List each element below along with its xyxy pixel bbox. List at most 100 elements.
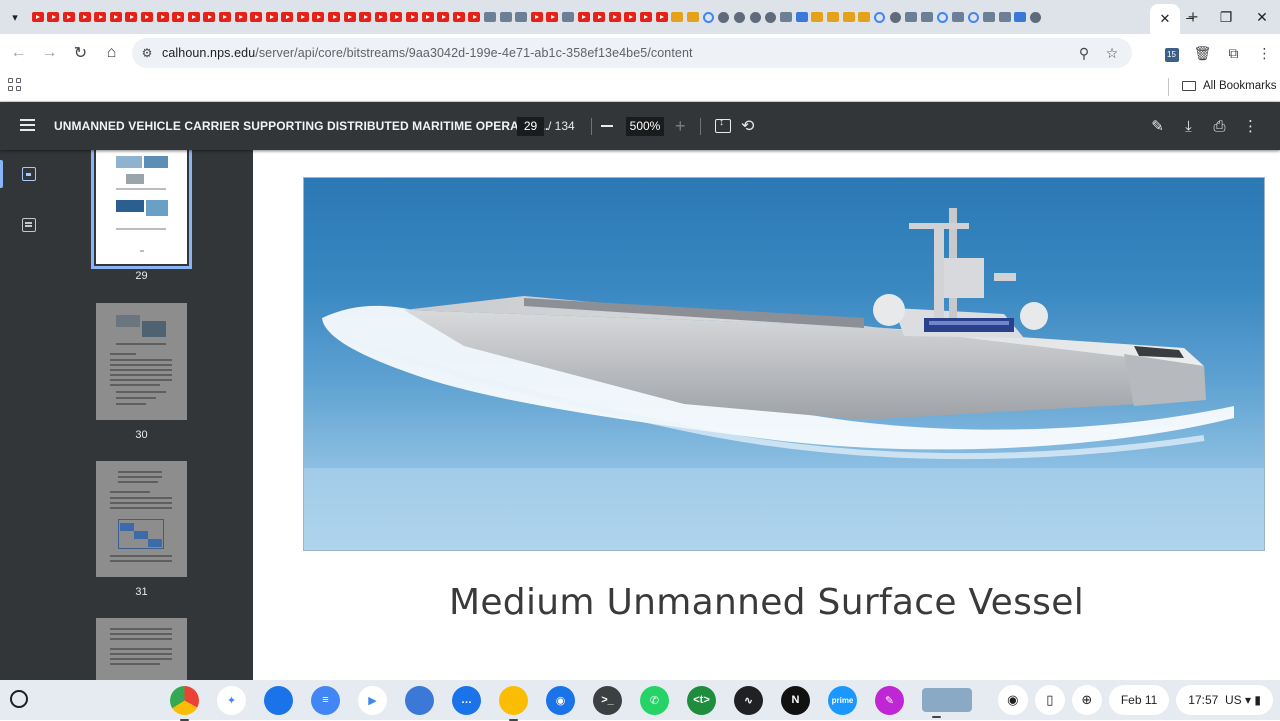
tab[interactable] <box>280 0 296 34</box>
shelf-app-stocks-icon[interactable]: ∿ <box>734 685 763 715</box>
tab[interactable] <box>966 0 982 34</box>
tab[interactable] <box>357 0 373 34</box>
menu-hamburger-icon[interactable] <box>20 119 35 131</box>
more-options-icon[interactable]: ⋮ <box>1235 117 1266 135</box>
tab[interactable] <box>46 0 62 34</box>
tab[interactable] <box>872 0 888 34</box>
shelf-app-gemini-icon[interactable]: ✦ <box>217 685 246 715</box>
puzzle-extensions-icon[interactable]: ⧉ <box>1218 45 1249 62</box>
shelf-app-prime-video-icon[interactable]: prime <box>828 685 857 715</box>
url-text[interactable]: calhoun.nps.edu/server/api/core/bitstrea… <box>162 46 693 60</box>
pdf-document-view[interactable]: Medium Unmanned Surface Vessel <box>253 150 1280 680</box>
zoom-in-icon[interactable]: + <box>675 116 686 136</box>
tab-search-chevron-icon[interactable]: ▾ <box>0 0 30 34</box>
tab[interactable] <box>623 0 639 34</box>
shelf-app-netflix-icon[interactable]: N <box>781 685 810 715</box>
tab[interactable] <box>997 0 1013 34</box>
shelf-app-files-icon[interactable] <box>264 685 293 715</box>
page-thumbnail-30[interactable] <box>96 303 187 420</box>
fit-to-page-icon[interactable] <box>715 117 731 133</box>
tab[interactable] <box>435 0 451 34</box>
tab[interactable] <box>856 0 872 34</box>
tab[interactable] <box>295 0 311 34</box>
shelf-app-text-icon[interactable]: <t> <box>687 685 716 715</box>
minimize-icon[interactable]: – <box>1172 9 1208 25</box>
rotate-icon[interactable]: ⟲ <box>741 116 754 136</box>
tab[interactable] <box>92 0 108 34</box>
shelf-app-gallery-icon[interactable] <box>405 685 434 715</box>
document-outline-icon[interactable] <box>22 218 36 232</box>
tab[interactable] <box>451 0 467 34</box>
tab[interactable] <box>950 0 966 34</box>
browser-menu-icon[interactable]: ⋮ <box>1249 45 1280 62</box>
shelf-app-messages-icon[interactable]: … <box>452 685 481 715</box>
reload-button[interactable]: ↻ <box>65 37 96 69</box>
date-pill[interactable]: Feb 11 <box>1108 685 1170 715</box>
zoom-icon[interactable]: ⚲ <box>1070 45 1098 62</box>
window-close-icon[interactable]: ✕ <box>1244 9 1280 26</box>
shelf-app-keep-icon[interactable] <box>499 685 528 721</box>
tab[interactable] <box>248 0 264 34</box>
zoom-level-input[interactable]: 500% <box>626 117 664 136</box>
tab[interactable] <box>810 0 826 34</box>
home-button[interactable]: ⌂ <box>96 37 127 69</box>
launcher-icon[interactable] <box>10 690 28 708</box>
tab[interactable] <box>638 0 654 34</box>
extension-icon[interactable]: 15 <box>1156 44 1187 62</box>
tab[interactable] <box>701 0 717 34</box>
tab[interactable] <box>779 0 795 34</box>
shelf-app-whatsapp-icon[interactable]: ✆ <box>640 685 669 715</box>
tab[interactable] <box>342 0 358 34</box>
print-icon[interactable]: ⎙ <box>1204 118 1235 135</box>
tab[interactable] <box>981 0 997 34</box>
tab[interactable] <box>513 0 529 34</box>
forward-button[interactable]: → <box>34 37 65 69</box>
tab[interactable] <box>311 0 327 34</box>
tab[interactable] <box>888 0 904 34</box>
tab[interactable] <box>591 0 607 34</box>
tab[interactable] <box>202 0 218 34</box>
phone-hub-icon[interactable]: ▯ <box>1034 685 1065 715</box>
tab[interactable] <box>77 0 93 34</box>
tab[interactable] <box>498 0 514 34</box>
tab[interactable] <box>108 0 124 34</box>
tab[interactable] <box>529 0 545 34</box>
tab[interactable] <box>794 0 810 34</box>
tab[interactable] <box>373 0 389 34</box>
tab[interactable] <box>716 0 732 34</box>
all-bookmarks-button[interactable]: All Bookmarks <box>1182 72 1277 100</box>
tab[interactable] <box>170 0 186 34</box>
thumbnails-view-icon[interactable] <box>22 167 36 181</box>
tab[interactable] <box>669 0 685 34</box>
page-thumbnail-32[interactable] <box>96 618 187 680</box>
tab[interactable] <box>155 0 171 34</box>
shelf-app-terminal-icon[interactable]: >_ <box>593 685 622 715</box>
tab[interactable] <box>217 0 233 34</box>
status-pill[interactable]: 17:57 US ▾ ▮ <box>1176 685 1273 715</box>
tab[interactable] <box>1028 0 1044 34</box>
tab[interactable] <box>545 0 561 34</box>
tab[interactable] <box>1012 0 1028 34</box>
address-bar[interactable]: ⚙ calhoun.nps.edu/server/api/core/bitstr… <box>132 38 1132 68</box>
tab[interactable] <box>919 0 935 34</box>
tab[interactable] <box>467 0 483 34</box>
tab[interactable] <box>30 0 46 34</box>
apps-grid-icon[interactable] <box>8 78 24 94</box>
restore-icon[interactable]: ❐ <box>1208 9 1244 26</box>
tab[interactable] <box>841 0 857 34</box>
tab[interactable] <box>747 0 763 34</box>
tab[interactable] <box>404 0 420 34</box>
annotate-pen-icon[interactable]: ✎ <box>1142 117 1173 135</box>
back-button[interactable]: ← <box>3 37 34 69</box>
tab[interactable] <box>233 0 249 34</box>
shelf-app-camera-icon[interactable]: ◉ <box>546 685 575 715</box>
tab[interactable] <box>560 0 576 34</box>
tab[interactable] <box>903 0 919 34</box>
tab[interactable] <box>61 0 77 34</box>
tab[interactable] <box>326 0 342 34</box>
tab[interactable] <box>763 0 779 34</box>
tab[interactable] <box>934 0 950 34</box>
add-icon[interactable]: ⊕ <box>1071 685 1102 715</box>
tab[interactable] <box>124 0 140 34</box>
zoom-out-icon[interactable] <box>601 125 613 127</box>
